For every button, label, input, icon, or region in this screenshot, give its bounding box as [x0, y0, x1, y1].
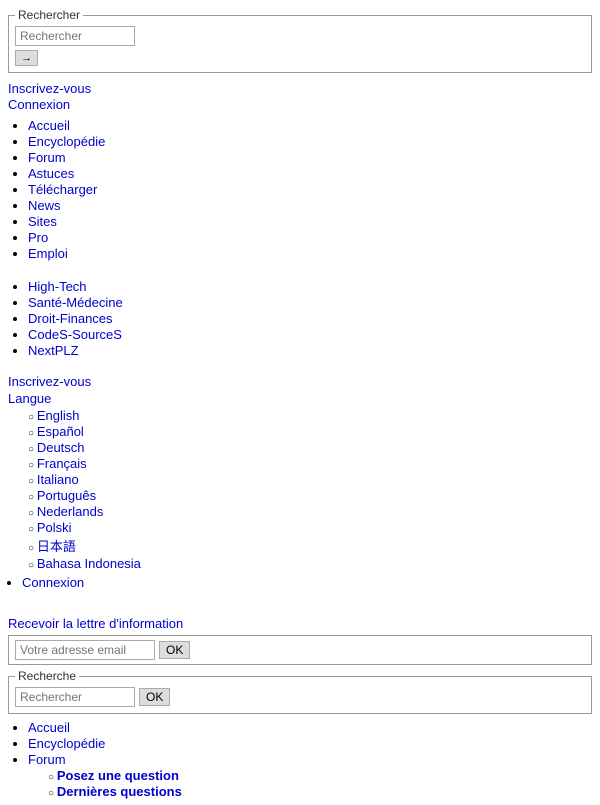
main-nav-list: Accueil Encyclopédie Forum Astuces Téléc…	[8, 118, 592, 261]
search-ok-button[interactable]: OK	[139, 688, 170, 706]
bottom-nav-list: Accueil Encyclopédie Forum Posez une que…	[8, 720, 592, 799]
lang-polski[interactable]: Polski	[37, 520, 72, 535]
search-input-top[interactable]	[15, 26, 135, 46]
forum-subnav: Posez une question Dernières questions	[28, 768, 592, 799]
nav-codes[interactable]: CodeS-SourceS	[28, 327, 122, 342]
search-button-top[interactable]: →	[15, 50, 38, 66]
category-nav-list: High-Tech Santé-Médecine Droit-Finances …	[8, 279, 592, 358]
bottom-nav-posez[interactable]: Posez une question	[57, 768, 179, 783]
nav-droit[interactable]: Droit-Finances	[28, 311, 113, 326]
bottom-nav-accueil[interactable]: Accueil	[28, 720, 70, 735]
bottom-nav-encyclopedie[interactable]: Encyclopédie	[28, 736, 105, 751]
lang-english[interactable]: English	[37, 408, 80, 423]
lang-francais[interactable]: Français	[37, 456, 87, 471]
nav-sites[interactable]: Sites	[28, 214, 57, 229]
nav-astuces[interactable]: Astuces	[28, 166, 74, 181]
nav-emploi[interactable]: Emploi	[28, 246, 68, 261]
email-subscription-row: OK	[8, 635, 592, 665]
lang-nederlands[interactable]: Nederlands	[37, 504, 104, 519]
bottom-nav-dernieres[interactable]: Dernières questions	[57, 784, 182, 799]
lang-espanol[interactable]: Español	[37, 424, 84, 439]
email-ok-button[interactable]: OK	[159, 641, 190, 659]
email-input[interactable]	[15, 640, 155, 660]
nav-news[interactable]: News	[28, 198, 61, 213]
lang-italiano[interactable]: Italiano	[37, 472, 79, 487]
connexion-link-top[interactable]: Connexion	[8, 97, 592, 112]
lang-japanese[interactable]: 日本語	[37, 539, 76, 554]
nav-accueil[interactable]: Accueil	[28, 118, 70, 133]
search-input-bottom[interactable]	[15, 687, 135, 707]
language-list: English Español Deutsch Français Italian…	[8, 408, 592, 571]
nav-telecharger[interactable]: Télécharger	[28, 182, 97, 197]
connexion-link-bottom[interactable]: Connexion	[22, 575, 84, 590]
bottom-nav-forum[interactable]: Forum	[28, 752, 66, 767]
nav-encyclopedie[interactable]: Encyclopédie	[28, 134, 105, 149]
inscrivez-vous-link-2[interactable]: Inscrivez-vous	[8, 374, 91, 389]
lang-portugues[interactable]: Português	[37, 488, 96, 503]
langue-link[interactable]: Langue	[8, 391, 51, 406]
nav-hightech[interactable]: High-Tech	[28, 279, 87, 294]
recherche-legend: Recherche	[15, 669, 79, 683]
lang-bahasa[interactable]: Bahasa Indonesia	[37, 556, 141, 571]
lettre-info-link[interactable]: Recevoir la lettre d'information	[8, 616, 183, 631]
search-legend: Rechercher	[15, 8, 83, 22]
nav-pro[interactable]: Pro	[28, 230, 48, 245]
inscrivez-vous-link-top[interactable]: Inscrivez-vous	[8, 81, 592, 96]
lang-deutsch[interactable]: Deutsch	[37, 440, 85, 455]
nav-forum[interactable]: Forum	[28, 150, 66, 165]
nav-sante[interactable]: Santé-Médecine	[28, 295, 123, 310]
nav-nextplz[interactable]: NextPLZ	[28, 343, 79, 358]
